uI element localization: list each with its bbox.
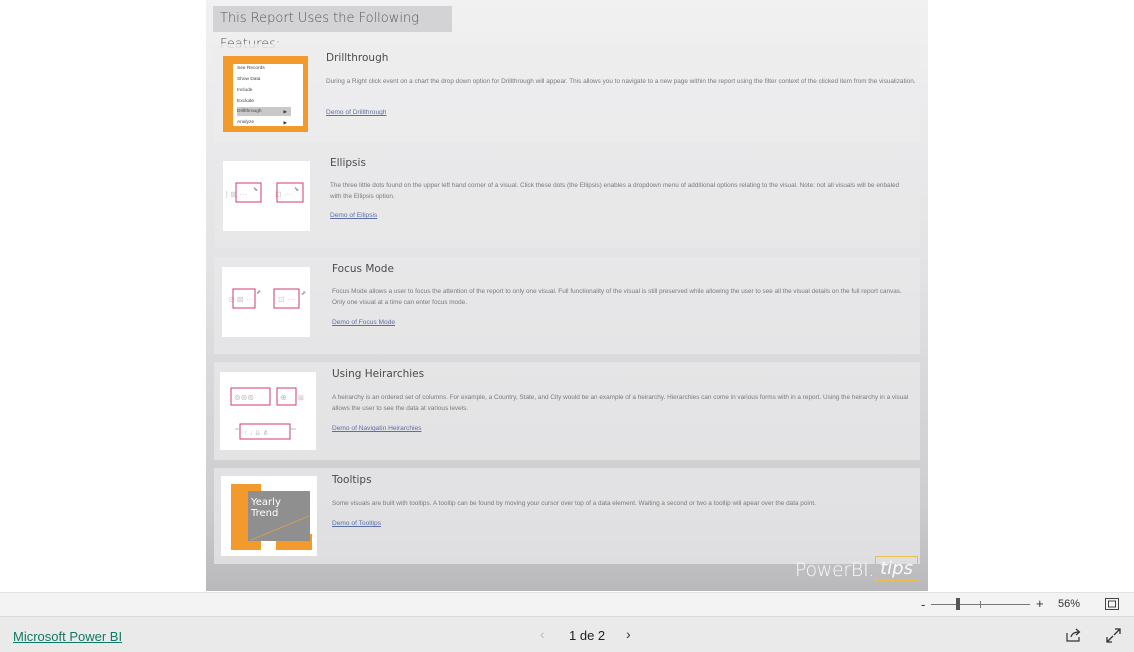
menu-item: Include [237,88,253,93]
menu-item: Show Data [237,77,261,82]
feature-card-drillthrough: See Records Show Data Include Exclude Dr… [214,44,920,142]
feature-description: Some visuals are built with tooltips. A … [332,500,816,507]
menu-item: Analyze ▶ [237,118,291,127]
svg-text:⊚⊛⊛: ⊚⊛⊛ [234,393,254,402]
ellipsis-illustration: ⟩ ⊠ ··· ⬊ ⊡ ··· ⬊ [225,182,304,203]
submenu-arrow-icon: ▶ [283,109,287,114]
feature-description: During a Right click event on a chart th… [326,78,916,85]
feature-title: Using Heirarchies [332,368,425,380]
svg-text:⊡ ···: ⊡ ··· [278,295,295,304]
svg-text:⊡ ···: ⊡ ··· [275,190,292,199]
trend-line-illustration [250,515,310,541]
zoom-slider-handle[interactable] [955,598,960,610]
svg-text:⬊: ⬊ [253,187,258,193]
demo-link-ellipsis[interactable]: Demo of Ellipsis [330,212,377,219]
footer-bar: Microsoft Power BI ‹ 1 de 2 › [0,616,1134,652]
menu-item: Exclude [237,99,255,104]
report-canvas: This Report Uses the Following Features:… [206,0,928,591]
share-icon[interactable] [1066,628,1082,642]
powerbi-tips-logo: PowerBI. tips [795,555,918,581]
svg-text:⊕: ⊕ [280,393,287,402]
demo-link-tooltips[interactable]: Demo of Tooltips [332,520,381,527]
microsoft-power-bi-link[interactable]: Microsoft Power BI [13,629,122,644]
previous-page-icon[interactable]: ‹ [540,626,545,642]
demo-link-drillthrough[interactable]: Demo of Drillthrough [326,109,386,116]
svg-text:⊙ ⊠ ···: ⊙ ⊠ ··· [228,295,254,304]
zoom-slider-tick [980,601,981,608]
menu-item-label: Drillthrough [237,109,262,114]
svg-text:⬈: ⬈ [301,291,306,297]
feature-description: Focus Mode allows a user to focus the at… [332,288,902,306]
heirarchies-thumbnail: ⊚⊛⊛ ⊕ ⊠ ↑ ↓ ⇊ ⋔ [220,372,316,450]
report-header: This Report Uses the Following Features: [213,6,452,52]
context-menu-image [233,64,303,126]
feature-description: A heirarchy is an ordered set of columns… [332,394,909,412]
svg-text:↑ ↓ ⇊ ⋔: ↑ ↓ ⇊ ⋔ [244,429,269,437]
fullscreen-icon[interactable] [1106,628,1121,643]
feature-title: Focus Mode [332,263,394,275]
menu-item-label: Analyze [237,120,255,125]
power-bi-embed: This Report Uses the Following Features:… [0,0,1134,652]
feature-description: The three little dots found on the upper… [330,182,900,200]
focus-mode-illustration: ⊙ ⊠ ··· ⬈ ⊡ ··· ⬈ [228,288,306,309]
fit-to-page-icon[interactable] [1105,598,1119,610]
feature-card-ellipsis: ⟩ ⊠ ··· ⬊ ⊡ ··· ⬊ Ellipsis The three lit… [215,151,920,248]
feature-title: Drillthrough [326,52,389,64]
feature-card-tooltips: Yearly Trend Tooltips Some visuals are b… [214,468,920,564]
svg-text:⊠: ⊠ [298,395,304,402]
demo-link-heirarchies[interactable]: Demo of Navigatin Heirarchies [332,425,421,432]
zoom-level: 56% [1058,598,1081,610]
heirarchy-illustration: ⊚⊛⊛ ⊕ ⊠ ↑ ↓ ⇊ ⋔ [230,387,304,440]
zoom-out-button[interactable]: - [921,597,925,612]
ellipsis-thumbnail: ⟩ ⊠ ··· ⬊ ⊡ ··· ⬊ [223,161,310,231]
feature-card-focus-mode: ⊙ ⊠ ··· ⬈ ⊡ ··· ⬈ Focus Mode Focus Mode … [214,257,920,354]
svg-text:⬈: ⬈ [256,290,261,296]
page-indicator: 1 de 2 [569,628,606,643]
zoom-in-button[interactable]: + [1036,596,1044,611]
feature-title: Ellipsis [330,157,366,169]
drillthrough-thumbnail: See Records Show Data Include Exclude Dr… [223,56,308,132]
logo-suffix: tips [875,556,918,581]
menu-item: See Records [237,66,265,71]
tooltips-thumbnail: Yearly Trend [221,476,317,556]
menu-item-selected: Drillthrough ▶ [237,107,291,116]
logo-brand: PowerBI. [794,559,875,581]
focus-mode-thumbnail: ⊙ ⊠ ··· ⬈ ⊡ ··· ⬈ [222,267,310,337]
demo-link-focus-mode[interactable]: Demo of Focus Mode [332,319,395,326]
submenu-arrow-icon: ▶ [283,120,287,125]
svg-text:⬊: ⬊ [294,187,299,193]
feature-card-heirarchies: ⊚⊛⊛ ⊕ ⊠ ↑ ↓ ⇊ ⋔ Using Heirarchies A heir… [214,362,920,460]
feature-title: Tooltips [332,474,372,486]
next-page-icon[interactable]: › [626,626,631,642]
zoom-bar: - + 56% [0,592,1134,616]
